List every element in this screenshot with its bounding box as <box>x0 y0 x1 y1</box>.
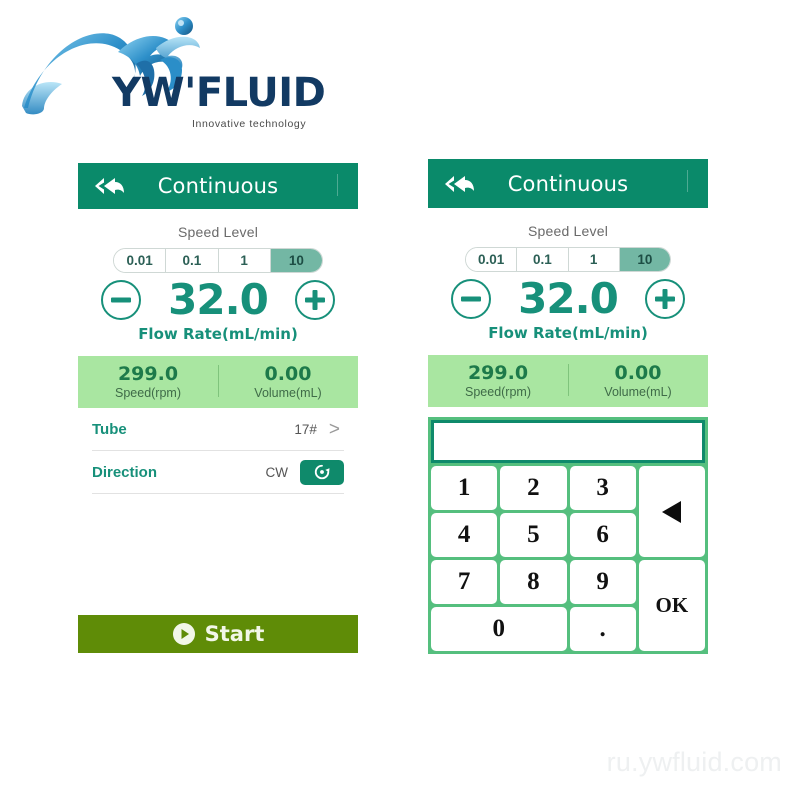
speed-option-1[interactable]: 0.1 <box>517 248 569 271</box>
play-circle-icon <box>172 623 195 645</box>
backspace-triangle-icon <box>662 500 682 523</box>
summary-speed: 299.0 Speed(rpm) <box>78 364 218 400</box>
numeric-keypad: 1 2 3 4 5 6 7 8 9 OK 0 . <box>428 417 708 654</box>
key-6[interactable]: 6 <box>569 513 636 557</box>
start-label: Start <box>204 622 265 646</box>
summary-divider <box>218 365 219 397</box>
key-decimal-point[interactable]: . <box>569 607 636 651</box>
back-double-arrow-icon[interactable] <box>442 172 476 196</box>
speed-option-3[interactable]: 10 <box>270 249 322 272</box>
speed-level-label: Speed Level <box>527 223 609 239</box>
speed-option-2[interactable]: 1 <box>218 249 271 272</box>
page-title: Continuous <box>157 174 279 198</box>
speed-value: 299.0 <box>117 363 179 386</box>
minus-circle-icon[interactable] <box>451 279 491 319</box>
key-8[interactable]: 8 <box>500 560 567 604</box>
plus-circle-icon[interactable] <box>645 279 685 319</box>
device-screen-right: Continuous Speed Level 0.01 0.1 1 10 32.… <box>428 159 708 654</box>
speed-value: 299.0 <box>467 362 529 385</box>
page-title: Continuous <box>507 171 629 196</box>
key-backspace[interactable] <box>638 466 705 557</box>
summary-divider <box>568 364 569 396</box>
summary-band-left: 299.0 Speed(rpm) 0.00 Volume(mL) <box>78 356 358 408</box>
volume-caption: Volume(mL) <box>604 384 672 399</box>
direction-label: Direction <box>92 463 158 481</box>
flow-rate-value[interactable]: 32.0 <box>159 279 277 321</box>
key-5[interactable]: 5 <box>500 513 567 557</box>
speed-option-1[interactable]: 0.1 <box>166 249 219 272</box>
summary-band-right: 299.0 Speed(rpm) 0.00 Volume(mL) <box>428 355 708 407</box>
header-bar-right: Continuous <box>428 159 708 208</box>
brand-tagline: Innovative technology <box>192 118 307 130</box>
volume-value: 0.00 <box>614 362 662 385</box>
speed-option-2[interactable]: 1 <box>568 248 620 271</box>
speed-caption: Speed(rpm) <box>465 384 531 399</box>
volume-caption: Volume(mL) <box>254 385 322 400</box>
speed-option-0[interactable]: 0.01 <box>466 248 518 271</box>
clockwise-rotation-icon[interactable] <box>300 459 344 485</box>
start-button[interactable]: Start <box>78 615 358 653</box>
direction-value: CW <box>265 464 289 480</box>
row-tube[interactable]: Tube 17# > <box>92 408 344 451</box>
flow-rate-caption: Flow Rate(mL/min) <box>488 324 648 342</box>
chevron-right-icon[interactable]: > <box>329 420 344 439</box>
key-0[interactable]: 0 <box>431 607 567 651</box>
minus-circle-icon[interactable] <box>101 280 141 320</box>
summary-speed: 299.0 Speed(rpm) <box>428 363 568 399</box>
summary-volume: 0.00 Volume(mL) <box>218 364 358 400</box>
key-2[interactable]: 2 <box>500 466 567 510</box>
speed-level-segmented-control[interactable]: 0.01 0.1 1 10 <box>113 248 323 273</box>
header-divider <box>687 170 688 192</box>
key-7[interactable]: 7 <box>431 560 498 604</box>
tube-label: Tube <box>92 420 127 438</box>
keypad-grid: 1 2 3 4 5 6 7 8 9 OK 0 . <box>431 466 705 651</box>
summary-volume: 0.00 Volume(mL) <box>568 363 708 399</box>
device-screen-left: Continuous Speed Level 0.01 0.1 1 10 32.… <box>78 163 358 653</box>
header-divider <box>337 174 338 196</box>
key-ok[interactable]: OK <box>638 560 705 651</box>
brand-logo: YW'FLUID Innovative technology <box>10 8 340 133</box>
key-1[interactable]: 1 <box>431 466 498 510</box>
flow-rate-caption: Flow Rate(mL/min) <box>138 325 298 343</box>
site-watermark: ru.ywfluid.com <box>606 747 782 777</box>
key-4[interactable]: 4 <box>431 513 498 557</box>
speed-option-0[interactable]: 0.01 <box>114 249 167 272</box>
speed-level-segmented-control[interactable]: 0.01 0.1 1 10 <box>465 247 671 272</box>
flow-rate-stepper: 32.0 <box>78 279 358 321</box>
flow-rate-stepper: 32.0 <box>428 278 708 320</box>
key-3[interactable]: 3 <box>569 466 636 510</box>
screenshot-canvas: YW'FLUID Innovative technology Continuou… <box>0 0 800 800</box>
brand-wordmark: YW'FLUID <box>112 70 326 116</box>
key-9[interactable]: 9 <box>569 560 636 604</box>
back-double-arrow-icon[interactable] <box>92 174 126 198</box>
header-bar-left: Continuous <box>78 163 358 209</box>
tube-value: 17# <box>294 421 317 437</box>
volume-value: 0.00 <box>264 363 312 386</box>
speed-level-label: Speed Level <box>177 224 259 240</box>
keypad-display[interactable] <box>431 420 705 463</box>
row-direction[interactable]: Direction CW <box>92 451 344 494</box>
flow-rate-value[interactable]: 32.0 <box>509 278 627 320</box>
speed-caption: Speed(rpm) <box>115 385 181 400</box>
speed-option-3[interactable]: 10 <box>619 248 670 271</box>
plus-circle-icon[interactable] <box>295 280 335 320</box>
